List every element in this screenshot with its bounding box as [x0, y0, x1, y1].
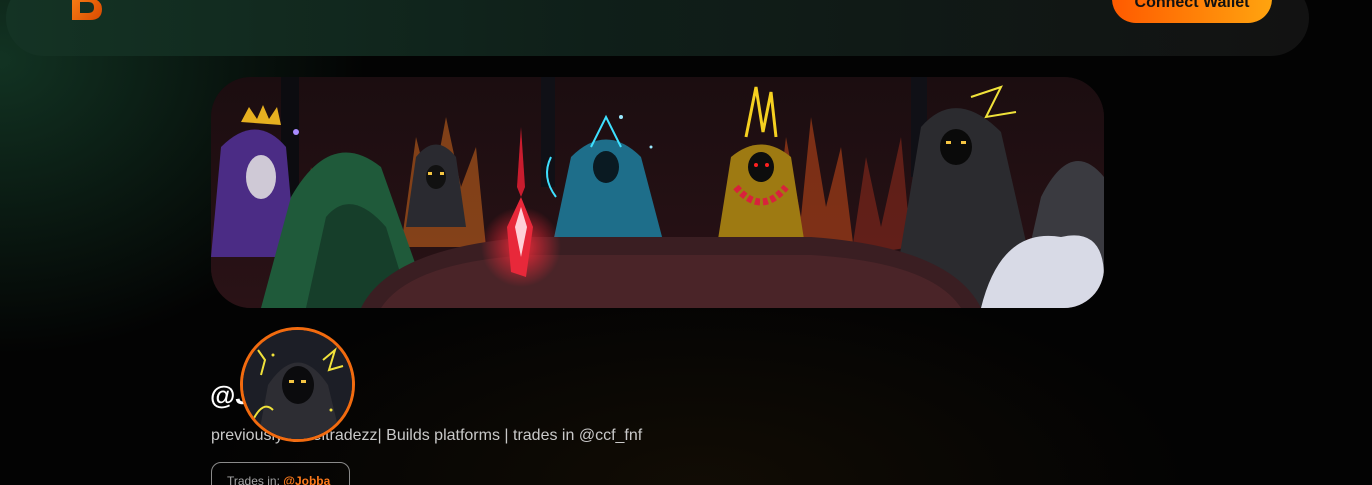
- profile-avatar[interactable]: [240, 327, 355, 442]
- trades-in-handle-link[interactable]: @Jobba: [283, 474, 330, 485]
- trades-in-label: Trades in:: [227, 474, 284, 485]
- profile-banner-image: [211, 77, 1104, 308]
- top-navbar: Connect Wallet: [6, 0, 1309, 56]
- profile-page: Connect Wallet @J previously @beltradezz…: [0, 0, 1372, 485]
- connect-wallet-button[interactable]: Connect Wallet: [1112, 0, 1272, 23]
- brand-logo-icon[interactable]: [66, 0, 106, 24]
- trades-in-badge: Trades in: @Jobba: [211, 462, 350, 485]
